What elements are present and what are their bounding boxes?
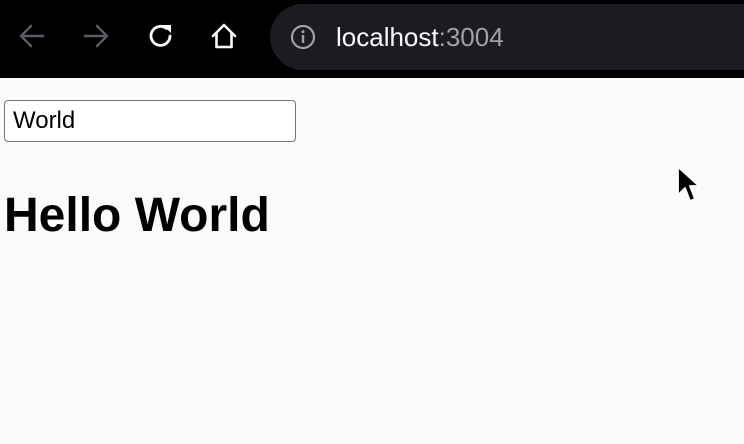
- url-text[interactable]: localhost:3004: [336, 20, 504, 54]
- url-bar[interactable]: localhost:3004: [270, 4, 744, 70]
- greeting-heading: Hello World: [4, 189, 270, 242]
- url-port: :3004: [438, 22, 504, 52]
- reload-icon: [149, 25, 172, 47]
- browser-toolbar: localhost:3004: [0, 0, 744, 78]
- mouse-pointer-icon: [677, 166, 700, 202]
- name-input[interactable]: [4, 100, 296, 142]
- url-host: localhost: [336, 22, 439, 52]
- back-button[interactable]: [14, 18, 50, 54]
- reload-button[interactable]: [143, 18, 179, 54]
- home-icon: [211, 23, 237, 49]
- info-icon[interactable]: [290, 24, 316, 50]
- arrow-left-icon: [19, 24, 45, 48]
- forward-button[interactable]: [78, 18, 114, 54]
- arrow-right-icon: [83, 24, 109, 48]
- page-content: Hello World: [0, 78, 744, 444]
- home-button[interactable]: [206, 18, 242, 54]
